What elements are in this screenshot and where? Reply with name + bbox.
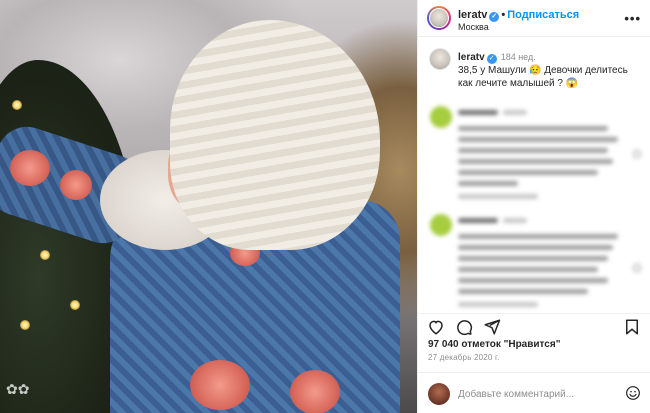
comment-username — [458, 110, 498, 115]
comment-avatar — [430, 214, 452, 236]
tree-light — [12, 100, 22, 110]
comment-text — [458, 137, 618, 142]
comment-text — [458, 278, 608, 283]
post-caption: leratv ✓ 184 нед. 38,5 у Машули 😥 Девочки … — [458, 51, 638, 90]
more-options-icon[interactable]: ••• — [624, 11, 641, 26]
verified-icon: ✓ — [486, 54, 497, 64]
post-date[interactable]: 27 декабрь 2020 г. — [428, 353, 500, 362]
viewer-avatar — [428, 383, 450, 405]
caption-avatar[interactable] — [429, 48, 451, 70]
comment-text — [458, 126, 608, 131]
likes-count[interactable]: 97 040 отметок "Нравится" — [428, 339, 560, 350]
comment-username — [458, 218, 498, 223]
comment-time — [503, 218, 527, 223]
heart-icon[interactable] — [427, 318, 445, 336]
coat-flower — [190, 360, 250, 410]
tree-light — [20, 320, 30, 330]
comment-meta — [458, 194, 538, 199]
comment-text — [458, 289, 588, 294]
comment-text — [458, 148, 608, 153]
emoji-icon[interactable] — [625, 385, 641, 401]
comment-icon[interactable] — [455, 318, 473, 336]
bookmark-icon[interactable] — [623, 318, 641, 336]
follow-button[interactable]: Подписаться — [507, 9, 579, 21]
location-link[interactable]: Москва — [458, 22, 489, 32]
caption-time[interactable]: 184 нед. — [501, 52, 536, 62]
comment-text — [458, 256, 608, 261]
share-icon[interactable] — [483, 318, 501, 336]
comment-text — [458, 170, 598, 175]
comment-item — [418, 104, 650, 204]
comment-text — [458, 267, 598, 272]
comment-heart-icon[interactable] — [633, 264, 641, 272]
tree-light — [40, 250, 50, 260]
photo-watermark: ✿✿ — [6, 382, 30, 398]
tree-light — [70, 300, 80, 310]
comment-text — [458, 159, 613, 164]
comment-item — [418, 212, 650, 312]
comment-avatar — [430, 106, 452, 128]
comments-list[interactable] — [418, 100, 650, 312]
comment-text — [458, 234, 618, 239]
separator: • — [501, 9, 506, 21]
post-header: leratv ✓ • Подписаться Москва ••• — [418, 0, 650, 37]
author-avatar[interactable] — [427, 6, 451, 30]
knit-hat — [170, 20, 380, 250]
comment-input[interactable] — [458, 385, 618, 403]
comment-text — [458, 245, 613, 250]
verified-icon: ✓ — [489, 12, 500, 22]
coat-flower — [10, 150, 50, 186]
comment-heart-icon[interactable] — [633, 150, 641, 158]
comment-text — [458, 181, 518, 186]
caption-username[interactable]: leratv — [458, 52, 485, 63]
author-line: leratv ✓ • Подписаться — [458, 9, 579, 22]
post-photo[interactable]: ✿✿ — [0, 0, 417, 413]
comment-meta — [458, 302, 538, 307]
author-username[interactable]: leratv — [458, 9, 487, 21]
coat-flower — [60, 170, 92, 200]
post-sidebar: leratv ✓ • Подписаться Москва ••• leratv ✓ 18… — [417, 0, 650, 413]
caption-text: 38,5 у Машули 😥 Девочки делитесь как леч… — [458, 65, 628, 89]
coat-flower — [290, 370, 340, 413]
comment-time — [503, 110, 527, 115]
action-bar — [418, 313, 650, 336]
add-comment-bar — [418, 372, 650, 413]
